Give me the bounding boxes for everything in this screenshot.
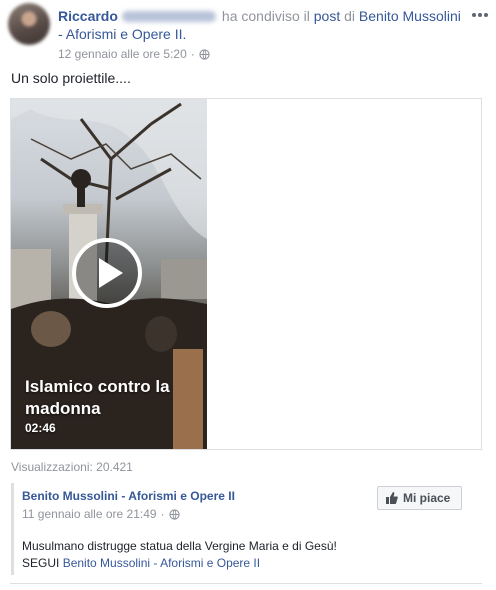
view-count: Visualizzazioni: 20.421	[11, 460, 133, 474]
post-link[interactable]: post	[314, 8, 340, 24]
author-avatar[interactable]	[8, 3, 50, 45]
post-timestamp: 12 gennaio alle ore 5:20 ·	[58, 47, 210, 61]
post-date[interactable]: 12 gennaio alle ore 5:20	[58, 47, 187, 61]
shared-timestamp: 11 gennaio alle ore 21:49 ·	[22, 507, 180, 521]
video-title[interactable]: Islamico contro la madonna	[25, 376, 205, 420]
follow-text: SEGUI	[22, 556, 60, 570]
blurred-surname	[121, 11, 216, 22]
shared-page-name[interactable]: Benito Mussolini - Aforismi e Opere II	[22, 489, 235, 503]
shared-text-line2: SEGUI Benito Mussolini - Aforismi e Oper…	[22, 555, 472, 572]
separator-dot: ·	[160, 507, 165, 521]
shared-page-link[interactable]: Benito Mussolini - Aforismi e Opere II	[63, 556, 260, 570]
play-button[interactable]	[72, 238, 142, 308]
play-icon	[99, 258, 123, 288]
shared-post-border	[11, 483, 14, 575]
like-button-label: Mi piace	[403, 491, 451, 505]
preposition-text: di	[344, 8, 356, 24]
share-action-text: ha condiviso il	[221, 8, 310, 24]
like-page-button[interactable]: Mi piace	[377, 486, 462, 510]
globe-icon[interactable]	[199, 48, 210, 60]
video-player[interactable]: Islamico contro la madonna 02:46	[11, 99, 207, 449]
video-duration: 02:46	[25, 421, 56, 435]
shared-post-text: Musulmano distrugge statua della Vergine…	[22, 538, 472, 572]
video-card[interactable]: Islamico contro la madonna 02:46	[10, 98, 482, 450]
page-link-part1[interactable]: Benito Mussolini	[359, 8, 461, 24]
divider	[10, 583, 482, 584]
shared-text-line1: Musulmano distrugge statua della Vergine…	[22, 539, 337, 553]
post-header: Riccardo ha condiviso il post di Benito M…	[58, 7, 476, 25]
page-link-part2[interactable]: - Aforismi e Opere II.	[58, 25, 186, 43]
thumbs-up-icon	[386, 492, 398, 504]
globe-icon[interactable]	[168, 508, 180, 520]
author-name[interactable]: Riccardo	[58, 8, 118, 24]
post-text: Un solo proiettile....	[11, 70, 131, 86]
shared-date[interactable]: 11 gennaio alle ore 21:49	[22, 507, 157, 521]
separator-dot: ·	[190, 47, 195, 61]
